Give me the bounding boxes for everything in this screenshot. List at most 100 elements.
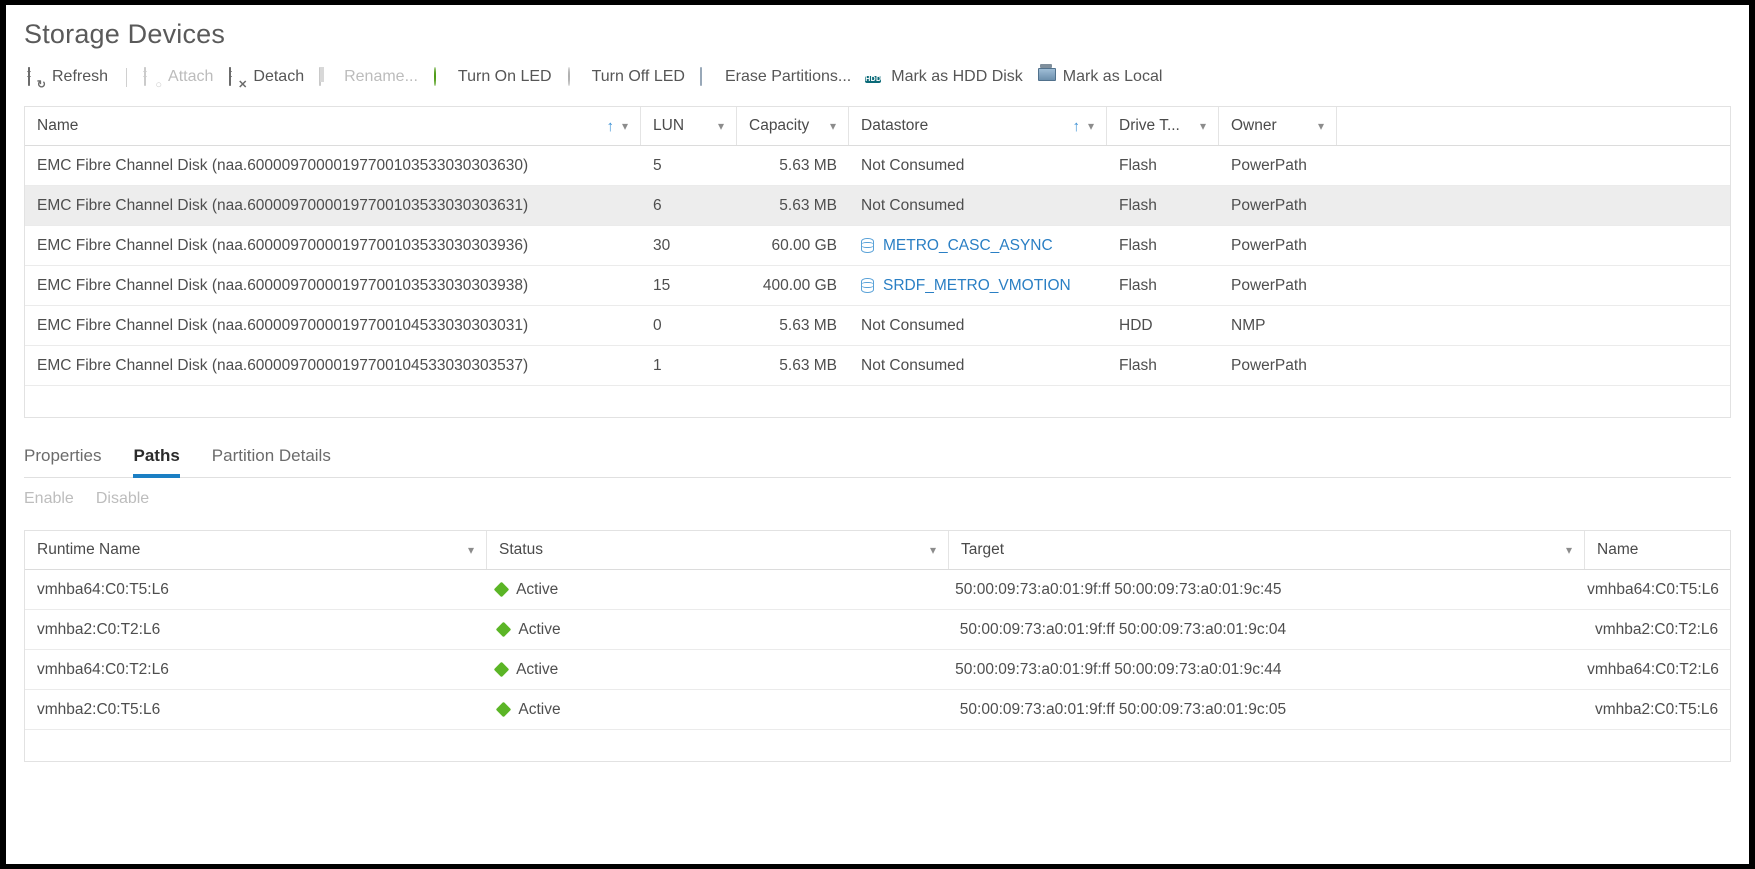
devices-column-header-datastore[interactable]: Datastore ↑ ▾ [849,107,1107,145]
device-datastore-cell: SRDF_METRO_VMOTION [849,277,1107,295]
toolbar-turn-off-led-button[interactable]: Turn Off LED [564,66,697,89]
toolbar-mark-as-local-button[interactable]: Mark as Local [1035,66,1175,89]
tab-properties[interactable]: Properties [24,446,117,477]
toolbar-item-label: Mark as HDD Disk [891,68,1023,85]
device-capacity-cell: 5.63 MB [779,316,837,334]
device-row[interactable]: EMC Fibre Channel Disk (naa.600009700001… [25,306,1730,346]
detail-tabs: Properties Paths Partition Details [24,434,1731,478]
chevron-down-icon[interactable]: ▾ [460,544,474,556]
device-owner-cell: PowerPath [1231,196,1307,214]
toolbar-item-label: Mark as Local [1062,68,1163,85]
devices-column-header-lun[interactable]: LUN ▾ [641,107,737,145]
device-owner-cell: NMP [1231,316,1266,334]
datastore-link[interactable]: METRO_CASC_ASYNC [860,237,1053,255]
column-header-label: Runtime Name [37,541,141,558]
chevron-down-icon[interactable]: ▾ [922,544,936,556]
tab-paths[interactable]: Paths [117,446,195,478]
toolbar-turn-on-led-button[interactable]: Turn On LED [430,66,564,89]
path-name-cell: vmhba2:C0:T2:L6 [1594,620,1719,638]
device-capacity-cell: 400.00 GB [762,276,837,294]
path-runtime-name-cell: vmhba2:C0:T5:L6 [37,700,161,718]
path-name-cell: vmhba64:C0:T2:L6 [1587,660,1719,678]
devices-column-header-drive[interactable]: Drive T... ▾ [1107,107,1219,145]
device-lun-cell: 0 [653,316,662,334]
device-row[interactable]: EMC Fibre Channel Disk (naa.600009700001… [25,266,1730,306]
tab-partition-details[interactable]: Partition Details [196,446,347,477]
toolbar-mark-as-hdd-disk-button[interactable]: HDD Mark as HDD Disk [863,66,1035,89]
led-off-icon [566,66,585,87]
devices-toolbar: ↻ Refresh ○ Attach ✕ Detach Rename... Turn On L… [6,58,1749,96]
device-owner-cell: PowerPath [1231,156,1307,174]
toolbar-item-label: Turn On LED [457,68,552,85]
devices-column-header-capacity[interactable]: Capacity ▾ [737,107,849,145]
device-datastore-cell: Not Consumed [849,157,1107,175]
column-header-label: Target [961,541,1005,558]
path-runtime-name-cell: vmhba64:C0:T5:L6 [37,580,169,598]
devices-table-header: Name ↑ ▾ LUN ▾ Capacity ▾ Datastore ↑ ▾ Drive T...… [25,107,1730,146]
path-target-cell: 50:00:09:73:a0:01:9f:ff 50:00:09:73:a0:0… [955,580,1282,598]
toolbar-erase-partitions-button[interactable]: Erase Partitions... [697,66,863,89]
chevron-down-icon[interactable]: ▾ [1558,544,1572,556]
device-owner-cell: PowerPath [1231,356,1307,374]
toolbar-detach-button[interactable]: ✕ Detach [225,66,316,90]
path-runtime-name-cell: vmhba64:C0:T2:L6 [37,660,169,678]
device-owner-cell: PowerPath [1231,236,1307,254]
path-name-cell: vmhba64:C0:T5:L6 [1587,580,1719,598]
status-label: Active [518,700,561,718]
led-on-icon [432,66,451,87]
datastore-label: SRDF_METRO_VMOTION [883,276,1071,294]
chevron-down-icon[interactable]: ▾ [710,120,724,132]
path-target-cell: 50:00:09:73:a0:01:9f:ff 50:00:09:73:a0:0… [959,700,1287,718]
device-row[interactable]: EMC Fibre Channel Disk (naa.600009700001… [25,346,1730,386]
toolbar-item-label: Attach [168,68,214,85]
device-row[interactable]: EMC Fibre Channel Disk (naa.600009700001… [25,226,1730,266]
chevron-down-icon[interactable]: ▾ [1310,120,1324,132]
column-header-label: Name [1597,541,1639,558]
paths-column-header-target[interactable]: Target ▾ [949,531,1585,569]
detach-disk-icon: ✕ [227,66,249,90]
paths-column-header-name[interactable]: Name [1585,531,1730,569]
devices-table-body: EMC Fibre Channel Disk (naa.600009700001… [25,146,1730,386]
datastore-icon [860,238,875,253]
devices-column-header-name[interactable]: Name ↑ ▾ [25,107,641,145]
datastore-label: Not Consumed [861,356,965,374]
chevron-down-icon[interactable]: ▾ [822,120,836,132]
datastore-icon [860,278,875,293]
device-lun-cell: 15 [653,276,671,294]
device-lun-cell: 30 [653,236,671,254]
paths-enable-button: Enable [24,490,74,507]
path-row[interactable]: vmhba2:C0:T5:L6 Active 50:00:09:73:a0:01:9… [25,690,1730,730]
path-row[interactable]: vmhba2:C0:T2:L6 Active 50:00:09:73:a0:01:9… [25,610,1730,650]
paths-column-header-runtime[interactable]: Runtime Name ▾ [25,531,487,569]
datastore-link[interactable]: SRDF_METRO_VMOTION [860,276,1071,295]
device-row[interactable]: EMC Fibre Channel Disk (naa.600009700001… [25,146,1730,186]
devices-column-header-owner[interactable]: Owner ▾ [1219,107,1337,145]
chevron-down-icon[interactable]: ▾ [1080,120,1094,132]
device-lun-cell: 6 [653,196,662,214]
page-title: Storage Devices [24,19,226,49]
local-monitor-icon [1037,68,1056,87]
column-header-label: Status [499,541,543,558]
status-active-icon [496,701,512,718]
path-row[interactable]: vmhba64:C0:T5:L6 Active 50:00:09:73:a0:01:… [25,570,1730,610]
storage-devices-table: Name ↑ ▾ LUN ▾ Capacity ▾ Datastore ↑ ▾ Drive T...… [24,106,1731,418]
status-label: Active [516,580,559,598]
erase-partitions-icon [699,66,718,87]
device-capacity-cell: 5.63 MB [779,356,837,374]
paths-column-header-status[interactable]: Status ▾ [487,531,949,569]
chevron-down-icon[interactable]: ▾ [1192,120,1206,132]
toolbar-attach-button: ○ Attach [140,66,225,90]
path-target-cell: 50:00:09:73:a0:01:9f:ff 50:00:09:73:a0:0… [955,660,1282,678]
status-label: Active [516,660,559,678]
device-datastore-cell: Not Consumed [849,317,1107,335]
toolbar-item-label: Erase Partitions... [724,68,852,85]
column-header-label: LUN [653,117,685,134]
sort-ascending-icon: ↑ [1072,117,1080,135]
chevron-down-icon[interactable]: ▾ [614,120,628,132]
toolbar-refresh-button[interactable]: ↻ Refresh [24,66,120,90]
path-row[interactable]: vmhba64:C0:T2:L6 Active 50:00:09:73:a0:01:… [25,650,1730,690]
toolbar-rename-button: Rename... [316,66,430,89]
path-status-cell: Active [484,661,943,679]
device-row[interactable]: EMC Fibre Channel Disk (naa.600009700001… [25,186,1730,226]
path-status-cell: Active [486,701,947,719]
